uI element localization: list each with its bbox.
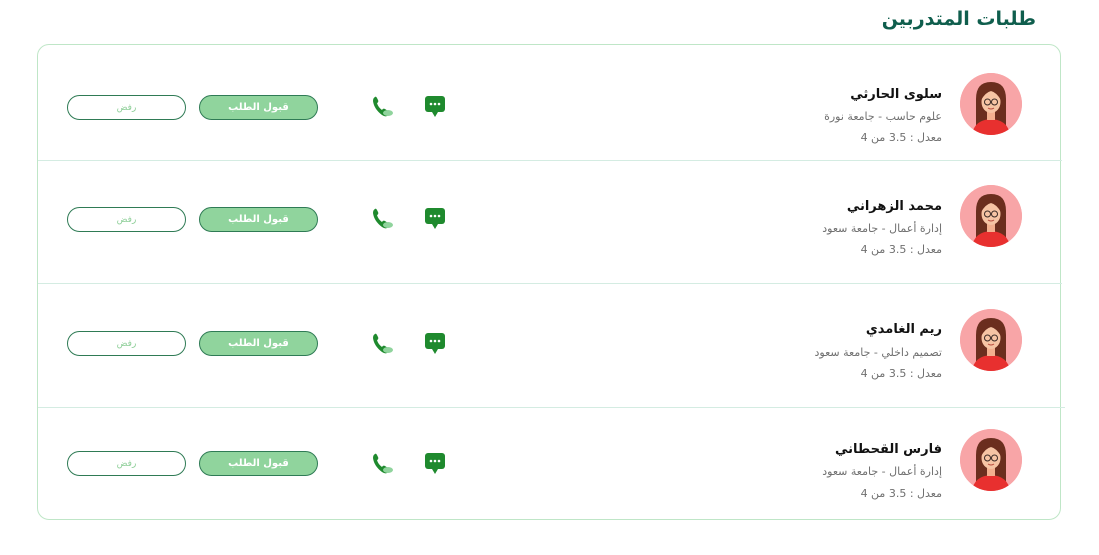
page-title: طلبات المتدربين xyxy=(881,8,1036,30)
chat-bubble-icon[interactable] xyxy=(425,453,445,475)
avatar xyxy=(960,73,1022,135)
reject-request-button[interactable]: رفض xyxy=(67,95,186,120)
phone-icon[interactable] xyxy=(372,96,394,118)
phone-icon[interactable] xyxy=(372,333,394,355)
chat-bubble-icon[interactable] xyxy=(425,208,445,230)
avatar xyxy=(960,429,1022,491)
chat-bubble-icon[interactable] xyxy=(425,333,445,355)
phone-icon[interactable] xyxy=(372,453,394,475)
trainee-gpa: معدل : 3.5 من 4 xyxy=(860,487,942,500)
accept-request-button[interactable]: قبول الطلب xyxy=(199,207,318,232)
reject-request-button[interactable]: رفض xyxy=(67,451,186,476)
avatar-illustration xyxy=(960,309,1022,371)
request-row: ريم الغامدي تصميم داخلي - جامعة سعود معد… xyxy=(38,284,1060,407)
reject-request-button[interactable]: رفض xyxy=(67,207,186,232)
trainee-major: تصميم داخلي - جامعة سعود xyxy=(814,346,942,359)
accept-request-button[interactable]: قبول الطلب xyxy=(199,451,318,476)
avatar xyxy=(960,309,1022,371)
trainee-name: فارس القحطاني xyxy=(835,442,942,457)
request-row: سلوى الحارثي علوم حاسب - جامعة نورة معدل… xyxy=(38,45,1060,160)
trainee-gpa: معدل : 3.5 من 4 xyxy=(860,367,942,380)
avatar-illustration xyxy=(960,73,1022,135)
avatar-illustration xyxy=(960,429,1022,491)
avatar-illustration xyxy=(960,185,1022,247)
trainee-major: علوم حاسب - جامعة نورة xyxy=(824,110,942,123)
trainee-gpa: معدل : 3.5 من 4 xyxy=(860,131,942,144)
reject-request-button[interactable]: رفض xyxy=(67,331,186,356)
trainee-major: إدارة أعمال - جامعة سعود xyxy=(822,465,942,478)
trainee-major: إدارة أعمال - جامعة سعود xyxy=(822,222,942,235)
trainee-gpa: معدل : 3.5 من 4 xyxy=(860,243,942,256)
accept-request-button[interactable]: قبول الطلب xyxy=(199,331,318,356)
request-row: محمد الزهراني إدارة أعمال - جامعة سعود م… xyxy=(38,161,1060,283)
trainee-name: ريم الغامدي xyxy=(865,322,942,337)
phone-icon[interactable] xyxy=(372,208,394,230)
chat-bubble-icon[interactable] xyxy=(425,96,445,118)
trainee-name: محمد الزهراني xyxy=(846,199,942,214)
avatar xyxy=(960,185,1022,247)
trainee-name: سلوى الحارثي xyxy=(850,87,942,102)
request-row: فارس القحطاني إدارة أعمال - جامعة سعود م… xyxy=(38,408,1060,520)
accept-request-button[interactable]: قبول الطلب xyxy=(199,95,318,120)
requests-card: سلوى الحارثي علوم حاسب - جامعة نورة معدل… xyxy=(37,44,1065,520)
